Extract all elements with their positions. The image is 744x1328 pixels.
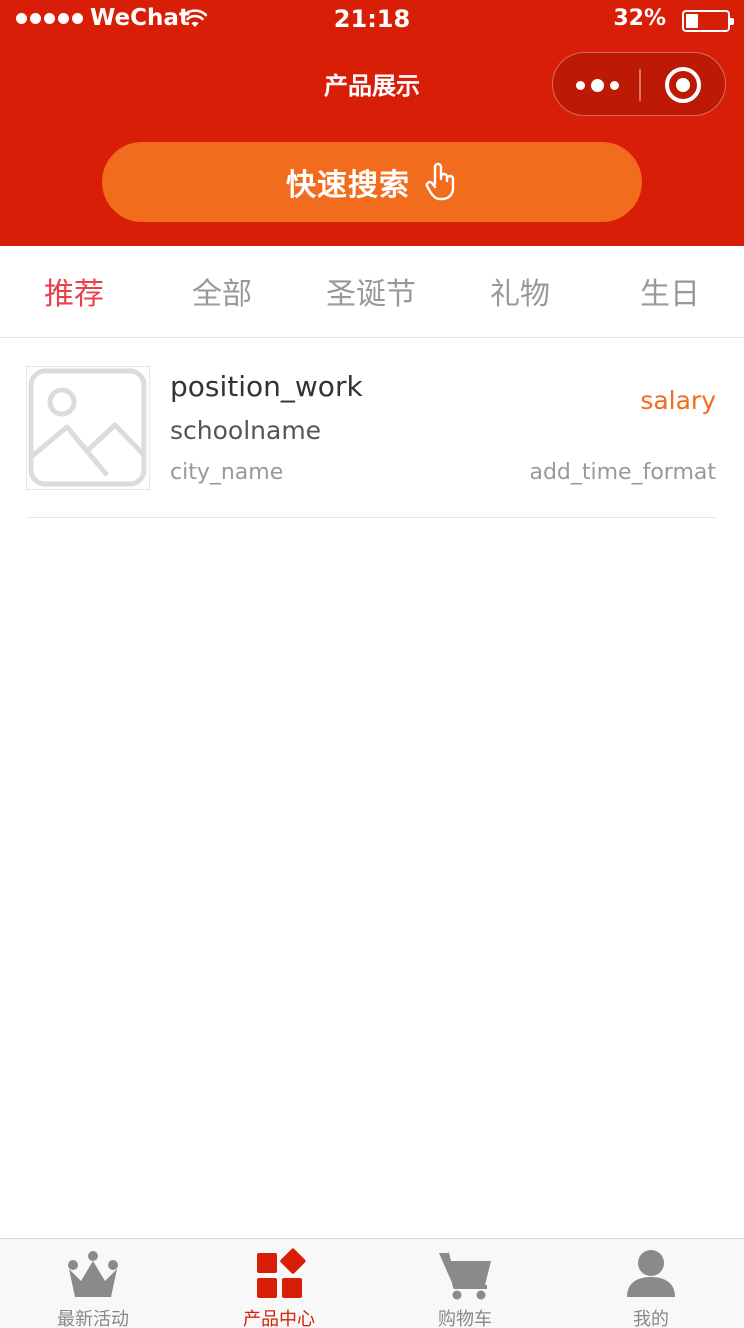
tabbar-item-cart[interactable]: 购物车	[372, 1239, 558, 1328]
thumbnail	[26, 366, 150, 490]
tab-recommended[interactable]: 推荐	[0, 246, 148, 336]
image-placeholder-icon	[28, 368, 147, 487]
tabbar-label: 产品中心	[243, 1309, 315, 1328]
close-mini-program-icon[interactable]	[665, 67, 701, 103]
tabbar-item-products[interactable]: 产品中心	[186, 1239, 372, 1328]
page: WeChat 21:18 32% 产品展示 快速搜索 推荐 全部 圣诞节 礼物 …	[0, 0, 744, 1328]
header: WeChat 21:18 32% 产品展示 快速搜索	[0, 0, 744, 246]
cart-icon	[439, 1252, 491, 1300]
grid-icon	[257, 1248, 306, 1298]
crown-icon	[68, 1251, 118, 1297]
item-title: position_work	[170, 370, 363, 403]
tab-all[interactable]: 全部	[148, 246, 296, 336]
mini-program-capsule	[552, 52, 726, 116]
status-bar: WeChat 21:18 32%	[0, 0, 744, 40]
item-salary: salary	[640, 386, 716, 415]
tabbar-item-activities[interactable]: 最新活动	[0, 1239, 186, 1328]
tab-birthday[interactable]: 生日	[596, 246, 744, 336]
item-add-time: add_time_format	[529, 460, 716, 485]
capsule-divider	[639, 69, 641, 101]
tabbar-label: 最新活动	[57, 1309, 129, 1328]
item-school: schoolname	[170, 416, 322, 445]
tabbar-item-profile[interactable]: 我的	[558, 1239, 744, 1328]
user-icon	[627, 1250, 675, 1297]
tabbar-label: 我的	[633, 1309, 669, 1328]
more-icon[interactable]	[571, 71, 623, 99]
quick-search-button[interactable]: 快速搜索	[102, 142, 642, 222]
quick-search-label: 快速搜索	[286, 168, 410, 203]
item-city: city_name	[170, 460, 284, 485]
tabbar-label: 购物车	[438, 1309, 492, 1328]
category-tabs: 推荐 全部 圣诞节 礼物 生日	[0, 246, 744, 338]
tab-christmas[interactable]: 圣诞节	[297, 246, 445, 336]
battery-percent: 32%	[613, 6, 666, 31]
tab-gifts[interactable]: 礼物	[446, 246, 594, 336]
list-item[interactable]: position_work schoolname city_name salar…	[26, 340, 716, 518]
battery-icon	[682, 10, 734, 32]
bottom-tab-bar: 最新活动 产品中心 购物车 我的	[0, 1238, 744, 1328]
hand-pointer-icon	[425, 162, 455, 201]
